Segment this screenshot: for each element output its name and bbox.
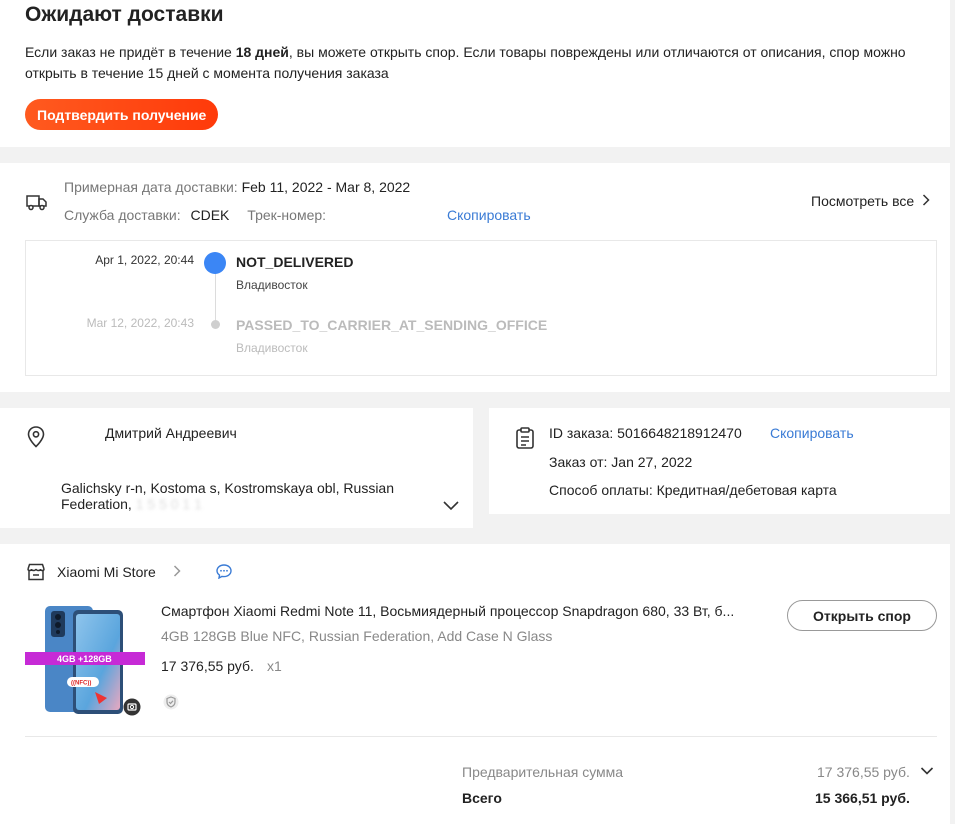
service-label: Служба доставки:	[64, 207, 181, 223]
location-pin-icon	[27, 426, 45, 448]
subtotal-value: 17 376,55 руб.	[817, 764, 910, 780]
delivery-card: Примерная дата доставки: Feb 11, 2022 - …	[0, 163, 950, 392]
chevron-right-icon	[173, 564, 181, 580]
order-info-card: ID заказа: 5016648218912470 Скопировать …	[489, 408, 950, 514]
delivery-date-value: Feb 11, 2022 - Mar 8, 2022	[241, 179, 411, 195]
total-label: Всего	[462, 790, 502, 806]
info-days: 18 дней	[235, 44, 289, 60]
open-dispute-button[interactable]: Открыть спор	[787, 600, 937, 631]
payment-value: Кредитная/дебетовая карта	[656, 482, 837, 498]
page-title: Ожидают доставки	[25, 3, 224, 26]
info-prefix: Если заказ не придёт в течение	[25, 44, 236, 60]
delivery-date-label: Примерная дата доставки:	[64, 179, 238, 195]
chat-icon[interactable]	[216, 564, 232, 579]
past-status-dot	[211, 320, 220, 329]
copy-order-id-link[interactable]: Скопировать	[770, 425, 854, 441]
event-date: Mar 12, 2022, 20:43	[86, 316, 194, 330]
track-label: Трек-номер:	[247, 207, 327, 223]
product-price: 17 376,55 руб.	[161, 658, 254, 674]
payment-label: Способ оплаты:	[549, 482, 653, 498]
clipboard-icon	[516, 427, 534, 449]
current-status-dot	[204, 252, 226, 274]
order-date-row: Заказ от: Jan 27, 2022	[549, 454, 692, 470]
nfc-text: ((NFC))	[71, 681, 91, 687]
chevron-down-icon[interactable]	[442, 498, 460, 512]
store-name-link[interactable]: Xiaomi Mi Store	[57, 564, 156, 580]
recipient-name: Дмитрий Андреевич	[105, 425, 237, 441]
divider	[25, 736, 937, 737]
delivery-service-row: Служба доставки: CDEK Трек-номер:	[64, 207, 332, 223]
total-value: 15 366,51 руб.	[815, 790, 910, 806]
chevron-down-icon[interactable]	[920, 766, 934, 776]
chevron-right-icon	[922, 193, 930, 209]
event-city: Владивосток	[236, 341, 308, 355]
order-id-value: 5016648218912470	[617, 425, 742, 441]
view-all-link[interactable]: Посмотреть все	[811, 193, 930, 209]
product-quantity: x1	[267, 658, 282, 674]
product-image[interactable]: 4GB +128GB ((NFC))	[25, 604, 145, 716]
product-title-link[interactable]: Смартфон Xiaomi Redmi Note 11, Восьмияде…	[161, 603, 761, 619]
dispute-info-text: Если заказ не придёт в течение 18 дней, …	[25, 42, 925, 84]
event-date: Apr 1, 2022, 20:44	[95, 253, 194, 267]
address-text: Galichsky r-n, Kostoma s, Kostromskaya o…	[61, 480, 421, 512]
timeline-connector	[215, 271, 216, 325]
order-id-row: ID заказа: 5016648218912470	[549, 425, 742, 441]
image-badge-text: 4GB +128GB	[57, 654, 112, 664]
delivery-date-row: Примерная дата доставки: Feb 11, 2022 - …	[64, 179, 410, 195]
shield-icon[interactable]	[163, 694, 179, 710]
product-spec: 4GB 128GB Blue NFC, Russian Federation, …	[161, 628, 553, 644]
masked-postcode: 1 5 5 0 1 1	[135, 496, 202, 512]
order-date-label: Заказ от:	[549, 454, 608, 470]
shipping-address-card: Дмитрий Андреевич Galichsky r-n, Kostoma…	[0, 408, 473, 528]
tracking-timeline: Apr 1, 2022, 20:44 NOT_DELIVERED Владиво…	[25, 240, 937, 376]
order-id-label: ID заказа:	[549, 425, 614, 441]
event-status: PASSED_TO_CARRIER_AT_SENDING_OFFICE	[236, 317, 548, 333]
address-line: Galichsky r-n, Kostoma s, Kostromskaya o…	[61, 480, 395, 512]
subtotal-label: Предварительная сумма	[462, 764, 624, 780]
event-status: NOT_DELIVERED	[236, 254, 354, 270]
view-all-label: Посмотреть все	[811, 193, 915, 209]
copy-track-link[interactable]: Скопировать	[447, 207, 531, 223]
store-icon	[27, 563, 45, 581]
order-status-header: Ожидают доставки Если заказ не придёт в …	[0, 0, 950, 147]
confirm-receipt-button[interactable]: Подтвердить получение	[25, 99, 219, 130]
product-card: Xiaomi Mi Store 4GB +128GB ((NFC)) Смарт…	[0, 544, 950, 824]
truck-icon	[26, 195, 47, 211]
order-date-value: Jan 27, 2022	[611, 454, 693, 470]
event-city: Владивосток	[236, 278, 308, 292]
service-value: CDEK	[190, 207, 230, 223]
payment-method-row: Способ оплаты: Кредитная/дебетовая карта	[549, 482, 837, 498]
